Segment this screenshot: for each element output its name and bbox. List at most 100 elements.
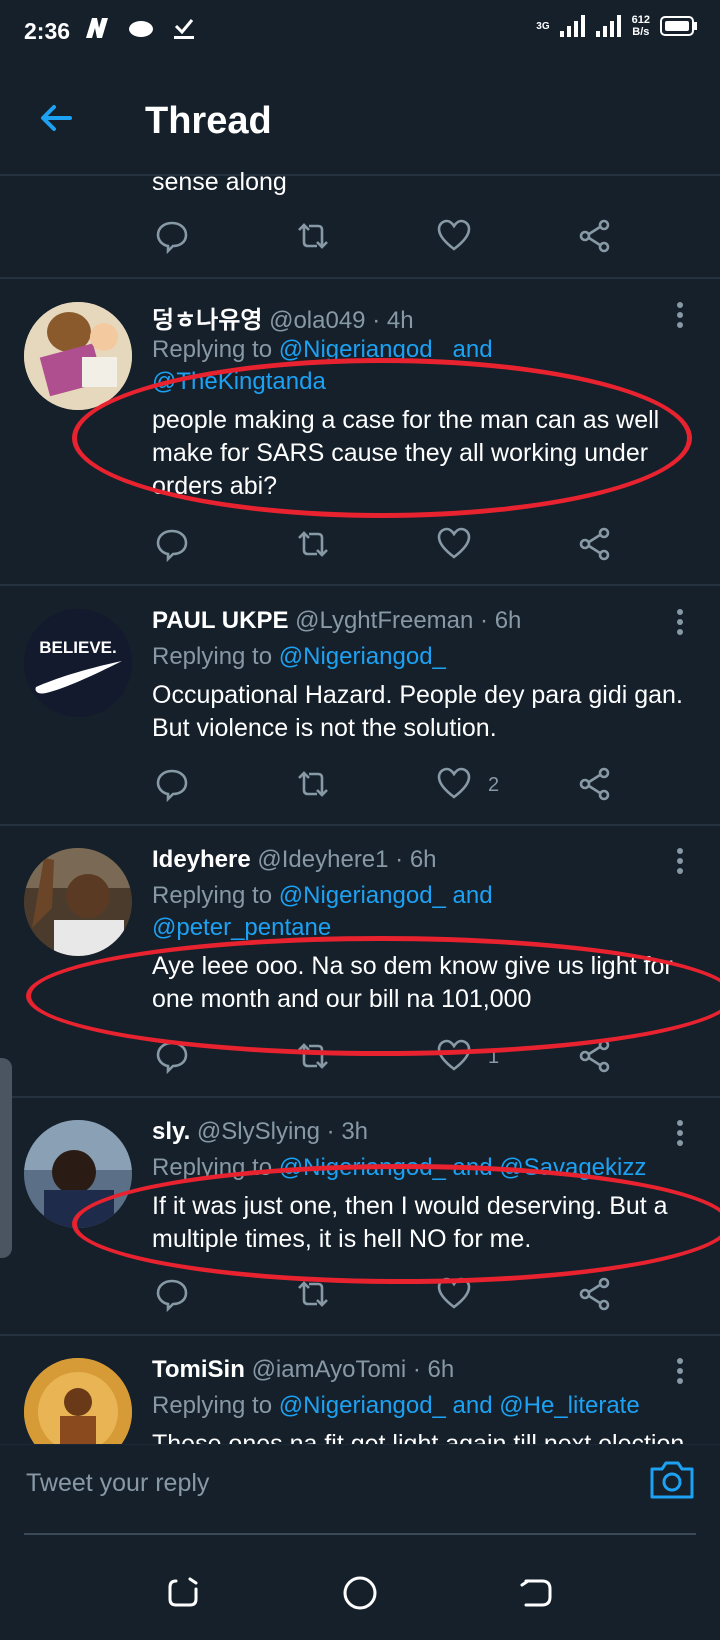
author-handle: @iamAyoTomi (251, 1356, 407, 1383)
divider (0, 174, 720, 176)
author-handle: @LyghtFreeman (295, 607, 474, 634)
mention-link[interactable]: @Nigeriangod_ and @He_literate (279, 1392, 640, 1419)
replying-to: Replying to @Nigeriangod_ and @Savagekiz… (152, 1154, 647, 1181)
share-icon[interactable] (577, 526, 613, 562)
signal-2-icon (595, 15, 621, 37)
tweet-time: · 6h (480, 607, 522, 634)
signal-icon (559, 15, 585, 37)
tweet-time: · 6h (395, 846, 437, 873)
replying-to: Replying to @Nigeriangod_ and @He_litera… (152, 1392, 640, 1419)
divider (0, 824, 720, 826)
home-icon[interactable] (340, 1573, 380, 1613)
author-handle: @Ideyhere1 (257, 846, 389, 873)
mention-link[interactable]: @Nigeriangod_ (279, 643, 446, 670)
page-title: Thread (145, 100, 272, 142)
app-bar: Thread (0, 64, 720, 174)
more-icon[interactable] (670, 1356, 690, 1386)
avatar[interactable] (24, 848, 132, 956)
tweet-time: · 3h (326, 1118, 369, 1145)
retweet-icon[interactable] (295, 766, 331, 802)
like-icon[interactable] (436, 526, 472, 562)
system-nav-bar (0, 1545, 720, 1640)
share-icon[interactable] (577, 218, 613, 254)
cloud-icon (129, 21, 153, 37)
edge-panel-handle[interactable] (0, 1058, 12, 1258)
divider (0, 277, 720, 279)
mention-link[interactable]: @Nigeriangod_ and @Savagekizz (279, 1154, 647, 1181)
back-arrow-icon[interactable] (38, 100, 74, 136)
tweet[interactable]: TomiSin @iamAyoTomi · 6h Replying to @Ni… (0, 1356, 720, 1444)
retweet-icon[interactable] (295, 526, 331, 562)
camera-icon[interactable] (648, 1457, 696, 1501)
like-count: 2 (488, 774, 500, 796)
like-count: 1 (488, 1046, 500, 1068)
retweet-icon[interactable] (295, 1038, 331, 1074)
reply-icon[interactable] (154, 218, 190, 254)
tweet-actions (0, 526, 720, 566)
mention-link[interactable]: @Nigeriangod_ and (279, 336, 493, 363)
status-bar: 2:36 3G 612 B/s (0, 0, 720, 64)
share-icon[interactable] (577, 1038, 613, 1074)
author-name[interactable]: PAUL UKPE (152, 607, 288, 634)
avatar[interactable] (24, 1120, 132, 1228)
divider (24, 1533, 696, 1535)
author-name[interactable]: TomiSin (152, 1356, 245, 1383)
replying-to: Replying to @Nigeriangod_ and (152, 336, 493, 363)
tweet-actions: 1 (0, 1038, 720, 1078)
divider (0, 1334, 720, 1336)
notification-app-icon (86, 18, 108, 38)
author-name[interactable]: sly. (152, 1118, 190, 1145)
tweet-text: people making a case for the man can as … (152, 406, 660, 500)
share-icon[interactable] (577, 1276, 613, 1312)
more-icon[interactable] (670, 846, 690, 876)
author-handle: @ola049 (269, 307, 366, 334)
like-icon[interactable] (436, 1276, 472, 1312)
compose-bar (0, 1444, 720, 1545)
like-icon[interactable] (436, 1038, 472, 1074)
tweet-time: · 6h (412, 1356, 455, 1383)
network-type-label: 3G (536, 20, 550, 32)
reply-input[interactable] (24, 1457, 608, 1509)
author-name[interactable]: Ideyhere (152, 846, 251, 873)
tweet-text: Aye leee ooo. Na so dem know give us lig… (152, 952, 673, 1013)
mention-link[interactable]: @TheKingtanda (152, 368, 326, 395)
more-icon[interactable] (670, 607, 690, 637)
share-icon[interactable] (577, 766, 613, 802)
divider (0, 584, 720, 586)
more-icon[interactable] (670, 1118, 690, 1148)
tweet-actions (0, 1276, 720, 1316)
tweet-text: Occupational Hazard. People dey para gid… (152, 681, 683, 742)
avatar[interactable] (24, 302, 132, 410)
recents-icon[interactable] (164, 1573, 204, 1613)
like-icon[interactable] (436, 218, 472, 254)
tweet-time: · 4h (372, 307, 414, 334)
tweet-text: These ones na fit get light again till n… (152, 1430, 685, 1444)
avatar-brand-text: BELIEVE. (39, 638, 116, 657)
reply-icon[interactable] (154, 1276, 190, 1312)
replying-to: Replying to @Nigeriangod_ and (152, 882, 493, 909)
more-icon[interactable] (670, 300, 690, 330)
check-download-icon (174, 19, 194, 39)
author-name[interactable]: 덩ㅎ나유영 (152, 307, 262, 334)
previous-tweet-actions (0, 218, 720, 258)
avatar[interactable] (24, 1358, 132, 1444)
battery-icon (660, 16, 697, 36)
retweet-icon[interactable] (295, 218, 331, 254)
reply-icon[interactable] (154, 526, 190, 562)
reply-icon[interactable] (154, 766, 190, 802)
retweet-icon[interactable] (295, 1276, 331, 1312)
back-nav-icon[interactable] (516, 1573, 556, 1613)
tweet-actions: 2 (0, 766, 720, 806)
mention-link[interactable]: @Nigeriangod_ and (279, 882, 493, 909)
reply-icon[interactable] (154, 1038, 190, 1074)
replying-to: Replying to @Nigeriangod_ (152, 643, 446, 670)
like-icon[interactable] (436, 766, 472, 802)
divider (0, 1096, 720, 1098)
mention-link[interactable]: @peter_pentane (152, 914, 331, 941)
status-time: 2:36 (24, 18, 71, 44)
author-handle: @SlySlying (196, 1118, 320, 1145)
network-speed: 612 B/s (631, 14, 650, 38)
tweet-text: If it was just one, then I would deservi… (152, 1192, 668, 1253)
avatar[interactable]: BELIEVE. (24, 609, 132, 717)
previous-tweet-text: sense along (152, 168, 287, 196)
